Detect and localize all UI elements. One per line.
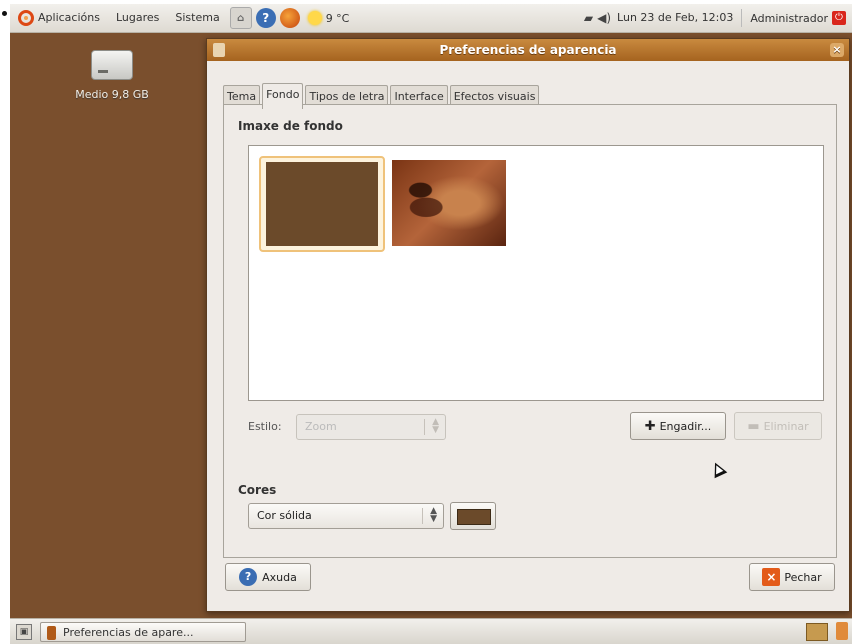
menu-system[interactable]: Sistema [167, 4, 227, 32]
bottom-panel: ▣ Preferencias de apare... [10, 618, 852, 644]
desktop-screen: Aplicacións Lugares Sistema ⌂ ? 9 °C ▰ ◀… [10, 4, 852, 644]
window-title: Preferencias de aparencia [439, 43, 617, 57]
style-select-value: Zoom [305, 420, 337, 433]
window-close-icon[interactable]: × [830, 43, 844, 57]
menu-applications-label: Aplicacións [38, 11, 100, 24]
appearance-app-icon [47, 626, 56, 640]
add-button[interactable]: ✚ Engadir... [630, 412, 726, 440]
color-mode-value: Cor sólida [257, 509, 312, 522]
wallpaper-item-ubuntu-image[interactable] [392, 160, 506, 246]
drive-icon [91, 50, 133, 80]
add-button-label: Engadir... [659, 419, 712, 433]
remove-button[interactable]: ▬ Eliminar [734, 412, 822, 440]
workspace-switcher[interactable] [806, 623, 828, 641]
top-panel: Aplicacións Lugares Sistema ⌂ ? 9 °C ▰ ◀… [10, 4, 852, 33]
bullet-point [2, 11, 7, 16]
updown-arrows-icon: ▲ ▼ [430, 506, 437, 524]
user-menu[interactable]: Administrador [742, 12, 832, 25]
show-desktop-icon[interactable]: ▣ [16, 624, 32, 640]
trash-icon[interactable] [836, 622, 848, 640]
updown-arrows-icon: ▲ ▼ [432, 417, 439, 435]
colors-heading: Cores [238, 483, 277, 497]
desktop-drive-label: Medio 9,8 GB [75, 88, 149, 101]
weather-sun-icon[interactable] [307, 11, 322, 25]
help-button[interactable]: ? Axuda [225, 563, 311, 591]
background-tab-panel: Imaxe de fondo Estilo: Zoom ▲ ▼ ✚ Engadir… [223, 104, 837, 558]
combo-separator [424, 419, 425, 435]
clock[interactable]: Lun 23 de Feb, 12:03 [613, 9, 743, 27]
solid-color-thumbnail [266, 162, 378, 246]
wallpaper-list[interactable] [248, 145, 824, 401]
desktop-drive-item[interactable]: Medio 9,8 GB [62, 50, 162, 101]
close-button-label: Pechar [784, 570, 822, 584]
window-titlebar[interactable]: Preferencias de aparencia × [207, 39, 849, 61]
help-button-label: Axuda [262, 570, 297, 584]
window-menu-icon[interactable] [213, 43, 225, 57]
add-icon: ✚ [644, 418, 656, 434]
combo-separator [422, 508, 423, 524]
close-button[interactable]: × Pechar [749, 563, 835, 591]
remove-button-label: Eliminar [763, 419, 809, 433]
menu-applications[interactable]: Aplicacións [10, 4, 108, 32]
style-select[interactable]: Zoom ▲ ▼ [296, 414, 446, 440]
menu-places[interactable]: Lugares [108, 4, 167, 32]
help-launcher-icon[interactable]: ? [255, 8, 276, 28]
color-mode-select[interactable]: Cor sólida ▲ ▼ [248, 503, 444, 529]
weather-temperature[interactable]: 9 °C [326, 12, 350, 25]
help-icon: ? [239, 568, 258, 586]
battery-icon[interactable]: ▰ [584, 11, 593, 25]
taskbar-window-button[interactable]: Preferencias de apare... [40, 622, 246, 642]
power-icon[interactable]: ⏻ [832, 11, 846, 25]
tab-background[interactable]: Fondo [262, 83, 304, 109]
background-image-heading: Imaxe de fondo [238, 119, 343, 133]
wallpaper-item-solid-selected[interactable] [259, 156, 385, 252]
color-picker-button[interactable] [450, 502, 496, 530]
close-icon: × [762, 568, 781, 586]
network-launcher-icon[interactable]: ⌂ [229, 7, 252, 29]
ubuntu-logo-icon [18, 10, 34, 26]
taskbar-window-label: Preferencias de apare... [63, 626, 194, 639]
firefox-launcher-icon[interactable] [279, 8, 300, 28]
appearance-preferences-window: Preferencias de aparencia × Tema Fondo T… [206, 38, 850, 612]
volume-icon[interactable]: ◀) [597, 11, 611, 25]
remove-icon: ▬ [747, 418, 760, 434]
color-swatch [457, 509, 491, 525]
style-label: Estilo: [248, 420, 282, 433]
